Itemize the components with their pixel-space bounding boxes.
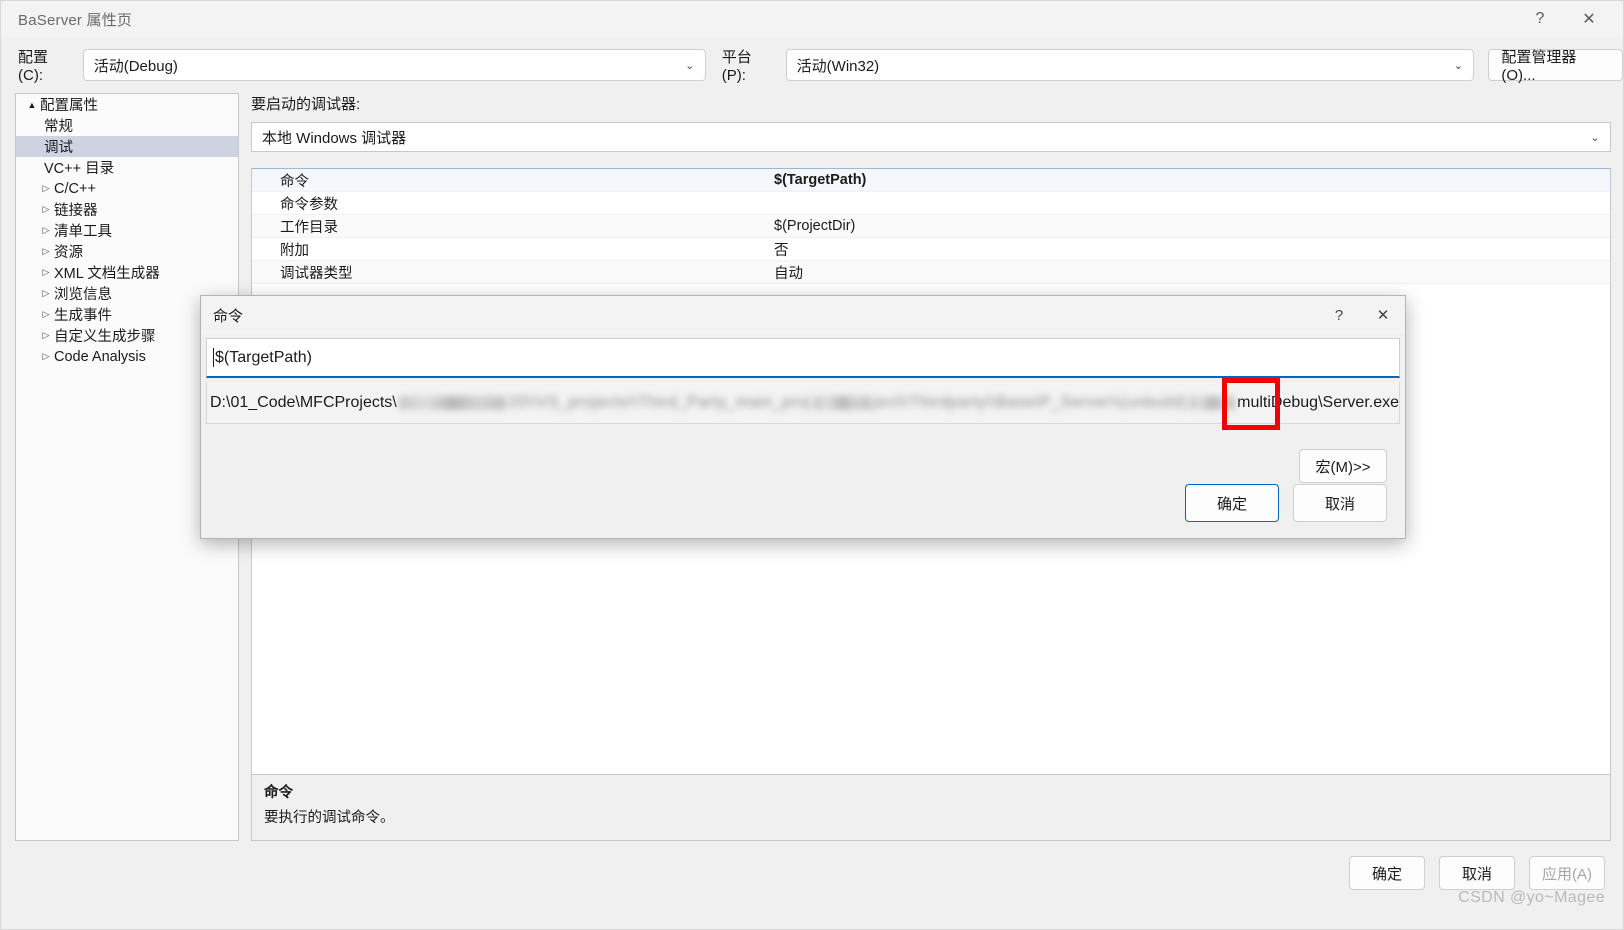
dialog-buttons: 确定 取消 — [1185, 484, 1387, 522]
help-icon[interactable]: ? — [1517, 1, 1563, 37]
triangle-closed-icon[interactable]: ▷ — [38, 225, 54, 236]
command-preview: D:\01_Code\MFCProjects\ 20\\VS_projects\… — [206, 382, 1400, 424]
command-input-value: $(TargetPath) — [215, 348, 312, 366]
chevron-down-icon: ⌄ — [1590, 131, 1600, 144]
dialog-ok-button[interactable]: 确定 — [1185, 484, 1279, 522]
macro-button[interactable]: 宏(M)>> — [1299, 449, 1387, 483]
property-name: 工作目录 — [280, 219, 338, 236]
dialog-help-icon[interactable]: ? — [1317, 296, 1361, 334]
tree-item-label: 生成事件 — [54, 308, 112, 324]
property-value[interactable]: 否 — [762, 239, 1610, 260]
chevron-down-icon: ⌄ — [685, 59, 695, 72]
tree-item-label: 资源 — [54, 245, 83, 261]
property-row[interactable]: 附加 否 — [252, 238, 1610, 261]
description-pane: 命令 要执行的调试命令。 — [251, 774, 1611, 841]
property-row[interactable]: 命令参数 — [252, 192, 1610, 215]
tree-item-label: 清单工具 — [54, 224, 112, 240]
property-name: 调试器类型 — [280, 265, 353, 282]
tree-item-7[interactable]: ▷ XML 文档生成器 — [16, 262, 238, 283]
cancel-button[interactable]: 取消 — [1439, 856, 1515, 890]
triangle-closed-icon[interactable]: ▷ — [38, 204, 54, 215]
text-caret — [213, 348, 214, 367]
tree-item-configuration-properties[interactable]: ▲ 配置属性 — [16, 94, 238, 115]
tree-item-6[interactable]: ▷ 资源 — [16, 241, 238, 262]
property-name: 命令 — [280, 173, 309, 190]
preview-mid: multi — [1237, 393, 1271, 411]
configuration-manager-button[interactable]: 配置管理器(O)... — [1488, 49, 1624, 84]
preview-prefix: D:\01_Code\MFCProjects\ — [210, 393, 397, 411]
configuration-value: 活动(Debug) — [93, 57, 178, 75]
window-title: BaServer 属性页 — [18, 11, 133, 29]
blurred-path-segment-5 — [1189, 395, 1236, 410]
triangle-closed-icon[interactable]: ▷ — [38, 330, 54, 341]
tree-item-label: XML 文档生成器 — [54, 266, 160, 282]
tree-item-5[interactable]: ▷ 清单工具 — [16, 220, 238, 241]
platform-value: 活动(Win32) — [796, 57, 880, 75]
triangle-closed-icon[interactable]: ▷ — [38, 309, 54, 320]
tree-item-0[interactable]: 常规 — [16, 115, 238, 136]
tree-item-label: VC++ 目录 — [44, 161, 115, 177]
configuration-dropdown[interactable]: 活动(Debug) ⌄ — [82, 49, 706, 81]
triangle-closed-icon[interactable]: ▷ — [38, 183, 54, 194]
command-input[interactable]: $(TargetPath) — [206, 338, 1400, 378]
apply-button: 应用(A) — [1529, 856, 1605, 890]
debugger-dropdown[interactable]: 本地 Windows 调试器 ⌄ — [251, 122, 1611, 152]
tree-item-label: Code Analysis — [54, 348, 146, 365]
property-pages-window: BaServer 属性页 ? ✕ 配置(C): 活动(Debug) ⌄ 平台(P… — [0, 0, 1624, 930]
tree-item-label: C/C++ — [54, 180, 96, 197]
preview-highlight: Debug\ — [1270, 393, 1323, 411]
blurred-path-segment-3 — [812, 395, 871, 410]
property-row[interactable]: 命令 $(TargetPath) — [252, 169, 1610, 192]
configuration-label: 配置(C): — [18, 49, 49, 84]
triangle-open-icon[interactable]: ▲ — [24, 100, 40, 110]
blurred-path-segment-1 — [398, 395, 507, 410]
triangle-closed-icon[interactable]: ▷ — [38, 288, 54, 299]
tree-item-label: 配置属性 — [40, 98, 98, 114]
property-row[interactable]: 工作目录 $(ProjectDir) — [252, 215, 1610, 238]
ok-button[interactable]: 确定 — [1349, 856, 1425, 890]
triangle-closed-icon[interactable]: ▷ — [38, 267, 54, 278]
tree-item-label: 常规 — [44, 119, 73, 135]
tree-item-label: 浏览信息 — [54, 287, 112, 303]
tree-item-3[interactable]: ▷ C/C++ — [16, 178, 238, 199]
property-value[interactable]: $(ProjectDir) — [762, 218, 1610, 234]
description-title: 命令 — [264, 785, 293, 801]
platform-dropdown[interactable]: 活动(Win32) ⌄ — [785, 49, 1475, 81]
description-body: 要执行的调试命令。 — [264, 810, 395, 826]
chevron-down-icon: ⌄ — [1453, 59, 1463, 72]
debugger-value: 本地 Windows 调试器 — [262, 129, 407, 147]
triangle-closed-icon[interactable]: ▷ — [38, 246, 54, 257]
preview-suffix: Server.exe — [1322, 393, 1399, 411]
window-titlebar: BaServer 属性页 ? ✕ — [1, 1, 1623, 37]
blurred-path-segment-2: 20\\VS_projects\\Third_Party_main_proj — [508, 393, 811, 411]
property-row[interactable]: 调试器类型 自动 — [252, 261, 1610, 284]
tree-item-2[interactable]: VC++ 目录 — [16, 157, 238, 178]
dialog-title: 命令 — [213, 307, 244, 325]
property-name: 附加 — [280, 242, 309, 259]
tree-item-1[interactable]: 调试 — [16, 136, 238, 157]
tree-item-label: 链接器 — [54, 203, 98, 219]
tree-item-label: 自定义生成步骤 — [54, 329, 156, 345]
property-value[interactable]: $(TargetPath) — [762, 172, 1610, 188]
property-name: 命令参数 — [280, 196, 338, 213]
dialog-footer: 确定 取消 应用(A) — [1, 851, 1623, 895]
triangle-closed-icon[interactable]: ▷ — [38, 351, 54, 362]
dialog-titlebar: 命令 ? ✕ — [201, 296, 1405, 334]
tree-item-label: 调试 — [44, 140, 73, 156]
tree-item-4[interactable]: ▷ 链接器 — [16, 199, 238, 220]
dialog-cancel-button[interactable]: 取消 — [1293, 484, 1387, 522]
platform-label: 平台(P): — [721, 49, 752, 84]
dialog-close-icon[interactable]: ✕ — [1361, 296, 1405, 334]
property-value[interactable]: 自动 — [762, 262, 1610, 283]
configuration-bar: 配置(C): 活动(Debug) ⌄ 平台(P): 活动(Win32) ⌄ 配置… — [1, 45, 1624, 85]
close-icon[interactable]: ✕ — [1563, 1, 1615, 37]
blurred-path-segment-4: ject\\Thirdparty\\BaseIP_Server\\(unbuil… — [872, 393, 1188, 411]
command-edit-dialog: 命令 ? ✕ $(TargetPath) D:\01_Code\MFCProje… — [200, 295, 1406, 539]
debugger-to-launch-label: 要启动的调试器: — [251, 96, 361, 113]
